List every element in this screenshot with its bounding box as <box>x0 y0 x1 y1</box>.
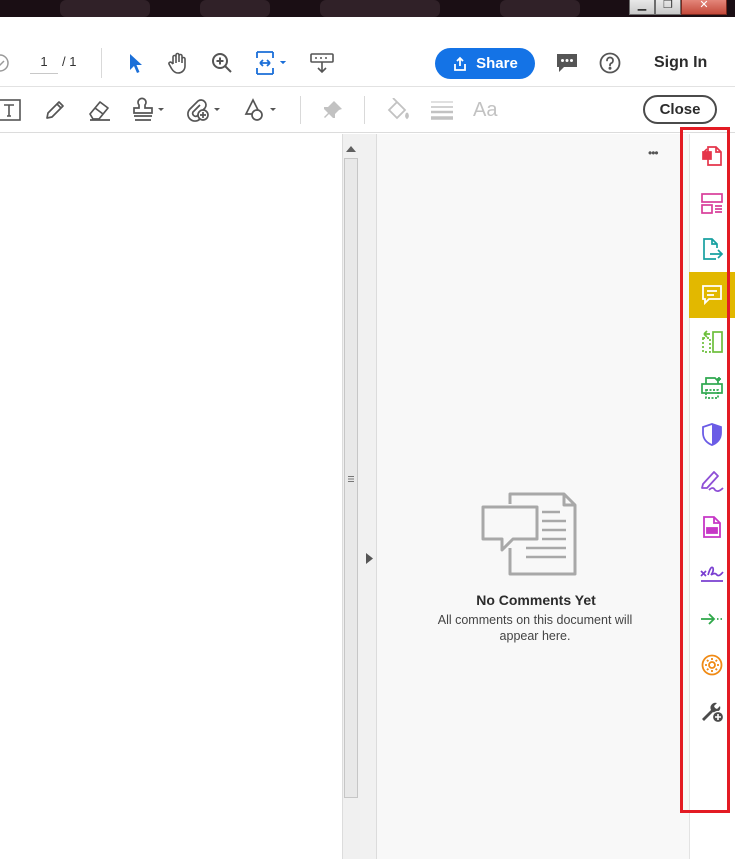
tools-rail-highlight-box <box>680 127 730 813</box>
menu-strip <box>0 17 735 40</box>
more-options-button[interactable]: ••• <box>648 146 659 160</box>
share-label: Share <box>476 55 518 72</box>
share-icon <box>454 56 467 71</box>
text-box-icon[interactable] <box>0 98 24 122</box>
sign-in-link[interactable]: Sign In <box>654 53 707 73</box>
eraser-icon[interactable] <box>86 97 114 123</box>
keyboard-scroll-icon[interactable] <box>309 51 335 75</box>
page-number-input[interactable]: 1 <box>30 51 58 74</box>
stamp-icon[interactable] <box>131 96 167 124</box>
scroll-grip-icon <box>344 472 358 486</box>
fill-color-icon <box>384 97 412 123</box>
scroll-up-icon[interactable] <box>343 142 359 156</box>
text-properties-label: Aa <box>473 99 498 121</box>
expand-panel-icon[interactable] <box>362 550 376 566</box>
comment-bubble-icon[interactable] <box>555 51 579 75</box>
minimize-button[interactable]: ▁ <box>629 0 655 15</box>
page-down-icon[interactable] <box>0 53 10 73</box>
select-tool-icon[interactable] <box>124 51 146 75</box>
main-toolbar <box>0 40 735 87</box>
panel-collapse-strip[interactable] <box>360 134 377 859</box>
empty-state-title: No Comments Yet <box>476 592 596 608</box>
empty-state-description: All comments on this document will appea… <box>437 613 633 643</box>
page-total: / 1 <box>62 54 77 69</box>
document-view[interactable] <box>0 134 342 859</box>
attach-file-icon[interactable] <box>185 96 223 124</box>
pencil-icon[interactable] <box>42 97 68 123</box>
help-icon[interactable] <box>598 51 622 75</box>
line-width-icon <box>429 97 455 123</box>
shapes-icon[interactable] <box>240 96 280 124</box>
zoom-in-icon[interactable] <box>210 51 234 75</box>
pin-icon <box>320 97 346 123</box>
hand-tool-icon[interactable] <box>165 50 191 76</box>
share-button[interactable]: Share <box>435 48 535 79</box>
window-titlebar: ▁ ❐ ✕ <box>0 0 735 17</box>
close-comment-button[interactable]: Close <box>643 95 717 124</box>
no-comments-illustration-icon <box>480 490 578 576</box>
window-close-button[interactable]: ✕ <box>681 0 727 15</box>
restore-button[interactable]: ❐ <box>655 0 681 15</box>
fit-page-icon[interactable] <box>253 49 293 77</box>
